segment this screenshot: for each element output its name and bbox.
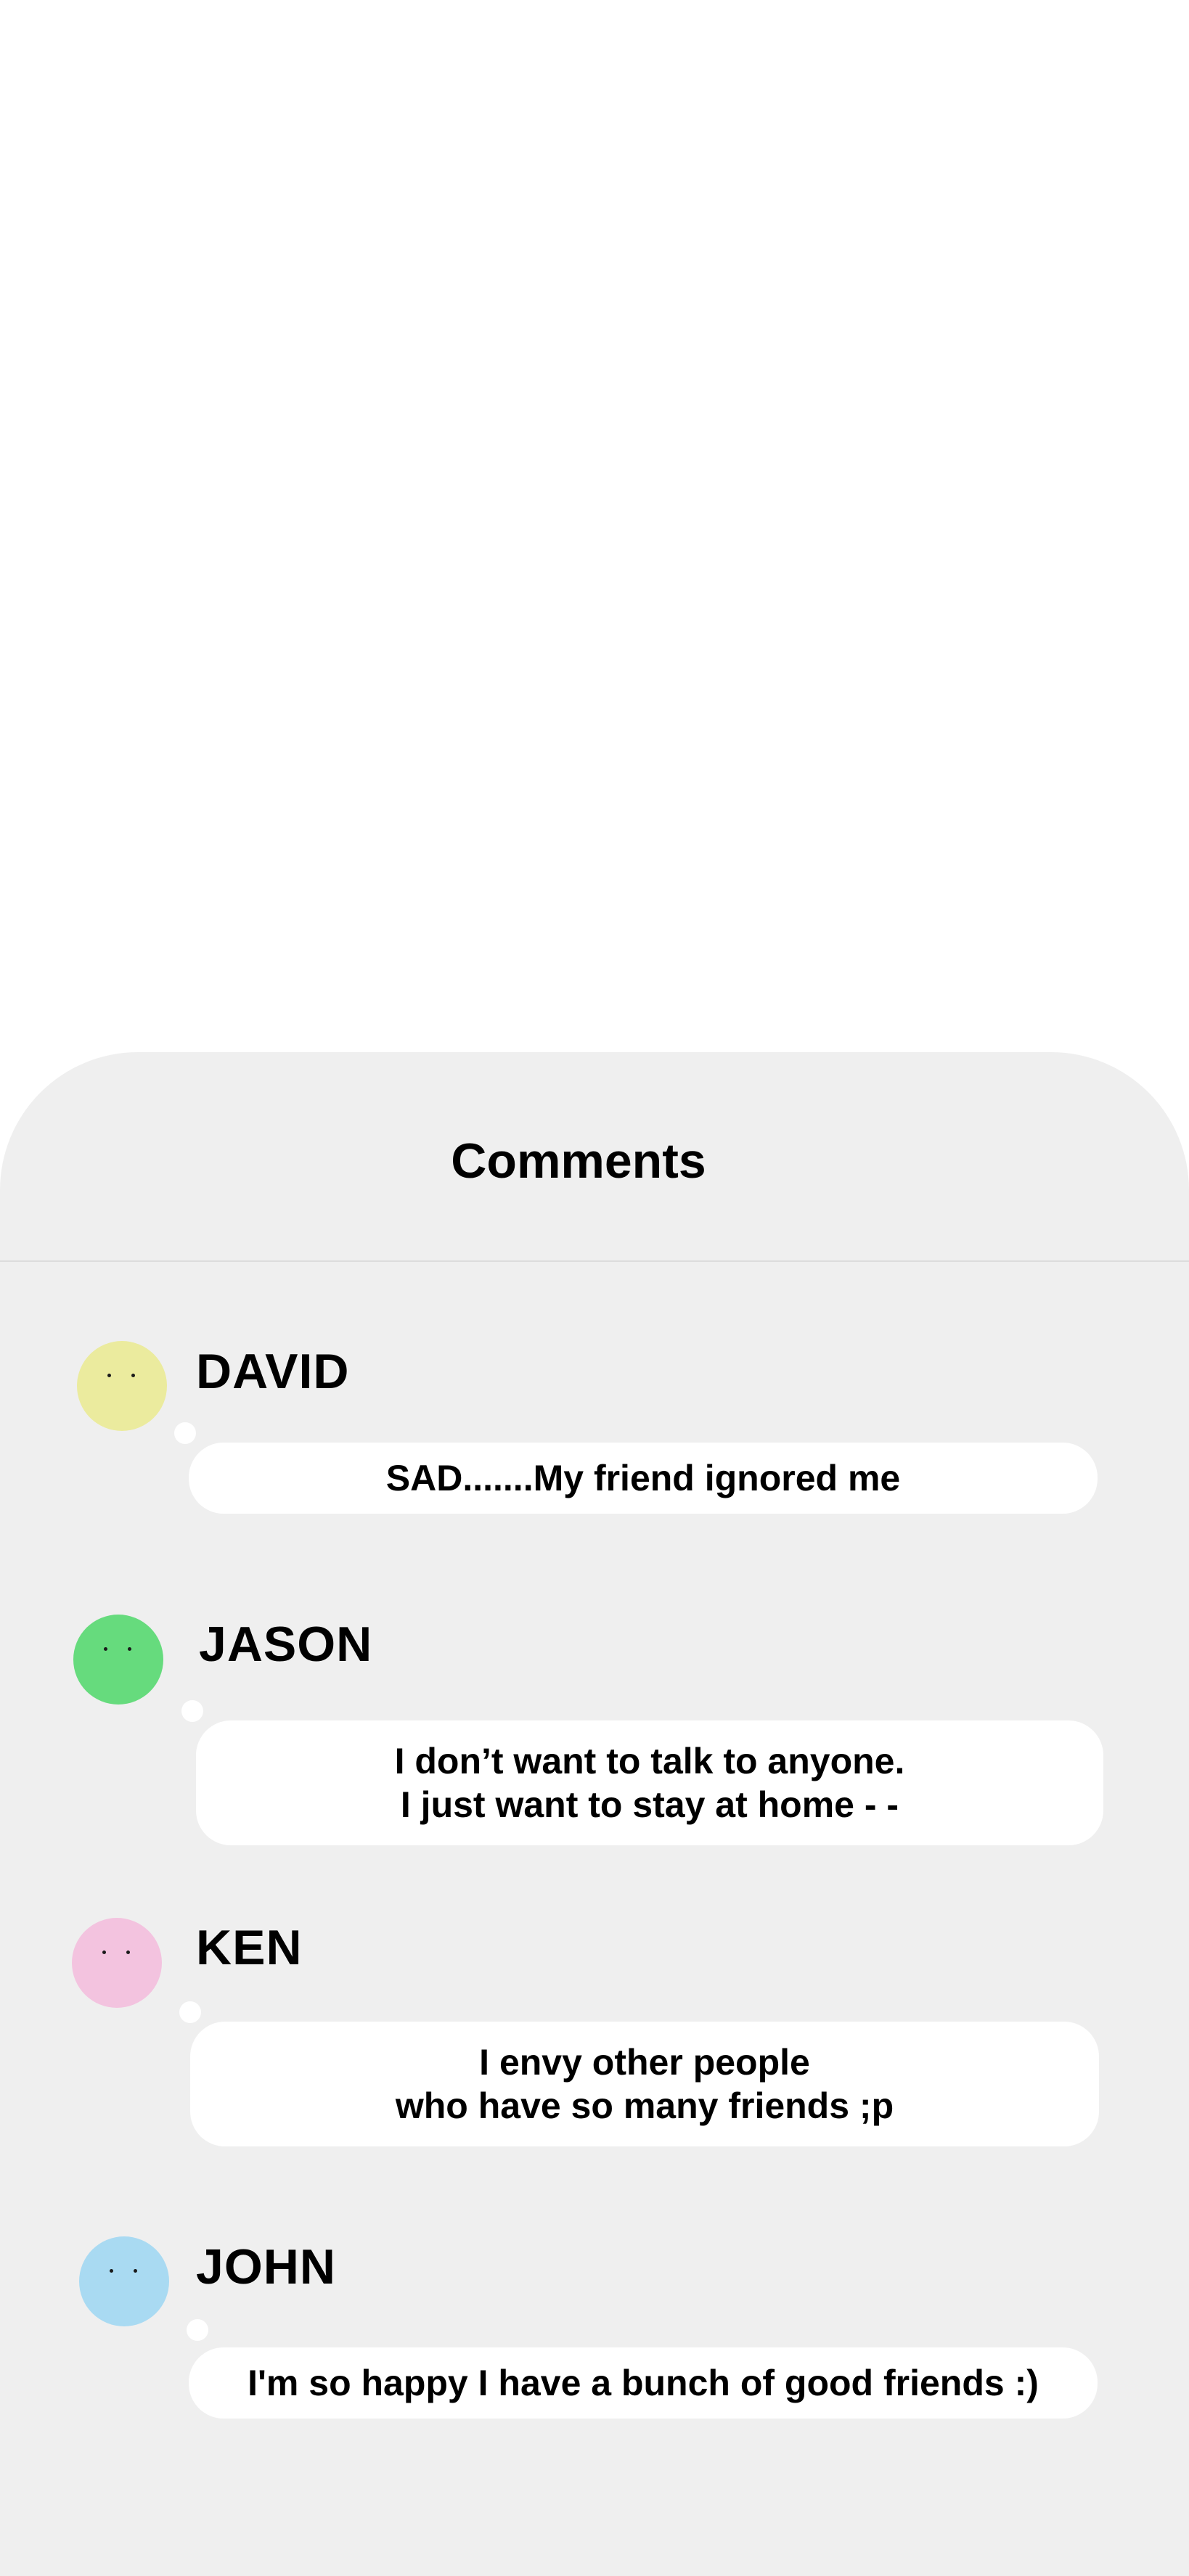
avatar-eye-icon: [131, 1374, 135, 1377]
thought-dot-icon: [179, 2001, 201, 2023]
comments-title: Comments: [451, 1133, 706, 1189]
commenter-name[interactable]: KEN: [196, 1923, 303, 1972]
comments-sheet: Comments DAVID SAD.......My friend ignor…: [0, 1052, 1189, 2576]
avatar-eye-icon: [104, 1647, 107, 1651]
comment-bubble: I envy other people who have so many fri…: [190, 2022, 1099, 2146]
commenter-name[interactable]: JASON: [199, 1620, 372, 1669]
avatar[interactable]: [72, 1918, 162, 2008]
thought-dot-icon: [174, 1422, 196, 1444]
commenter-name[interactable]: DAVID: [196, 1347, 350, 1396]
comment-bubble: I'm so happy I have a bunch of good frie…: [189, 2347, 1098, 2419]
avatar-eye-icon: [128, 1647, 131, 1651]
avatar-eye-icon: [126, 1951, 130, 1954]
page: Comments DAVID SAD.......My friend ignor…: [0, 0, 1189, 2576]
avatar-eye-icon: [107, 1374, 111, 1377]
header-divider: [0, 1260, 1189, 1262]
comment-bubble: SAD.......My friend ignored me: [189, 1443, 1098, 1514]
avatar[interactable]: [79, 2236, 169, 2326]
thought-dot-icon: [181, 1700, 203, 1722]
avatar-eye-icon: [110, 2269, 113, 2273]
avatar-eye-icon: [134, 2269, 137, 2273]
thought-dot-icon: [187, 2319, 208, 2341]
comment-bubble: I don’t want to talk to anyone. I just w…: [196, 1720, 1103, 1845]
avatar-eye-icon: [102, 1951, 106, 1954]
commenter-name[interactable]: JOHN: [196, 2242, 336, 2292]
avatar[interactable]: [73, 1615, 163, 1705]
avatar[interactable]: [77, 1341, 167, 1431]
